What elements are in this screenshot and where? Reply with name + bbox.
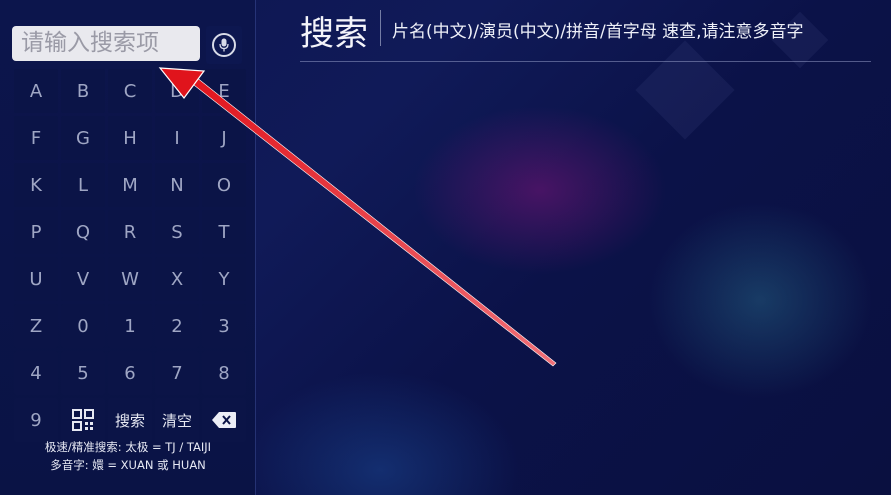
key-0[interactable]: 0 — [61, 304, 105, 348]
page-subtitle: 片名(中文)/演员(中文)/拼音/首字母 速查,请注意多音字 — [392, 22, 804, 42]
key-7[interactable]: 7 — [155, 351, 199, 395]
header-divider — [300, 61, 871, 62]
key-s[interactable]: S — [155, 210, 199, 254]
key-n[interactable]: N — [155, 163, 199, 207]
key-f[interactable]: F — [14, 116, 58, 160]
key-o[interactable]: O — [202, 163, 246, 207]
key-c[interactable]: C — [108, 69, 152, 113]
key-p[interactable]: P — [14, 210, 58, 254]
keyboard-panel: 请输入搜索项 A B C D E F G H I J K L M N O P Q… — [0, 0, 256, 495]
voice-search-button[interactable] — [206, 26, 242, 64]
key-e[interactable]: E — [202, 69, 246, 113]
key-w[interactable]: W — [108, 257, 152, 301]
key-m[interactable]: M — [108, 163, 152, 207]
key-b[interactable]: B — [61, 69, 105, 113]
key-j[interactable]: J — [202, 116, 246, 160]
backspace-button[interactable] — [202, 398, 246, 442]
key-9[interactable]: 9 — [14, 398, 58, 442]
key-z[interactable]: Z — [14, 304, 58, 348]
key-h[interactable]: H — [108, 116, 152, 160]
key-a[interactable]: A — [14, 69, 58, 113]
key-q[interactable]: Q — [61, 210, 105, 254]
key-3[interactable]: 3 — [202, 304, 246, 348]
qr-code-button[interactable] — [61, 398, 105, 442]
title-divider — [380, 10, 381, 46]
key-r[interactable]: R — [108, 210, 152, 254]
search-button[interactable]: 搜索 — [108, 398, 152, 442]
key-y[interactable]: Y — [202, 257, 246, 301]
key-1[interactable]: 1 — [108, 304, 152, 348]
key-4[interactable]: 4 — [14, 351, 58, 395]
key-6[interactable]: 6 — [108, 351, 152, 395]
key-8[interactable]: 8 — [202, 351, 246, 395]
key-x[interactable]: X — [155, 257, 199, 301]
key-g[interactable]: G — [61, 116, 105, 160]
backspace-icon — [212, 412, 236, 428]
virtual-keyboard: A B C D E F G H I J K L M N O P Q R S T … — [14, 69, 246, 442]
key-d[interactable]: D — [155, 69, 199, 113]
key-i[interactable]: I — [155, 116, 199, 160]
clear-button[interactable]: 清空 — [155, 398, 199, 442]
page-title: 搜索 — [300, 14, 368, 54]
key-v[interactable]: V — [61, 257, 105, 301]
key-u[interactable]: U — [14, 257, 58, 301]
key-5[interactable]: 5 — [61, 351, 105, 395]
qr-code-icon — [72, 409, 94, 431]
key-2[interactable]: 2 — [155, 304, 199, 348]
key-l[interactable]: L — [61, 163, 105, 207]
microphone-icon — [212, 33, 236, 57]
background-diamond — [635, 40, 735, 140]
search-input[interactable]: 请输入搜索项 — [12, 26, 200, 61]
polyphone-hint: 多音字: 嬛 = XUAN 或 HUAN — [50, 458, 206, 472]
key-k[interactable]: K — [14, 163, 58, 207]
key-t[interactable]: T — [202, 210, 246, 254]
search-hint: 极速/精准搜索: 太极 = TJ / TAIJI — [44, 440, 212, 454]
